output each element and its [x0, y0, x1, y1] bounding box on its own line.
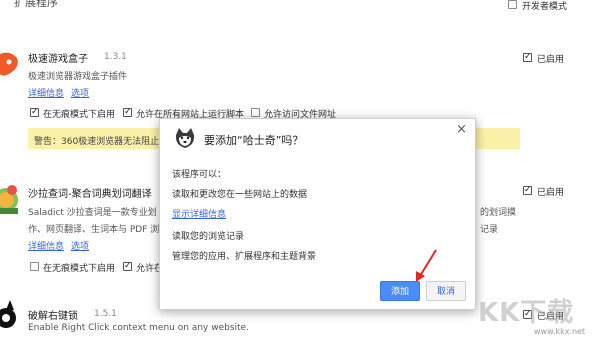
extension-version: 1.5.1 [94, 309, 117, 319]
cancel-button[interactable]: 取消 [426, 281, 466, 301]
permission-item: 读取和更改您在一些网站上的数据 [172, 190, 308, 200]
permissions-heading: 该程序可以： [172, 170, 227, 180]
warning-text: 警告：360极速浏览器无法阻止 [34, 137, 160, 147]
page-title: 扩展程序 [14, 0, 58, 9]
permission-item: 管理您的应用、扩展程序和主题背景 [172, 252, 317, 262]
enabled-checkbox[interactable]: ✓ [523, 53, 532, 62]
details-link[interactable]: 详细信息 [28, 86, 64, 99]
options-link[interactable]: 选项 [71, 86, 89, 99]
extension-version: 1.3.1 [104, 52, 127, 62]
details-link[interactable]: 详细信息 [28, 239, 64, 252]
game-box-icon [0, 50, 20, 81]
add-button[interactable]: 添加 [380, 281, 420, 301]
annotation-arrow-icon [416, 249, 437, 282]
extension-description-line1-right: 的划词摸 [480, 208, 517, 218]
watermark-logo: KK下载 [478, 292, 574, 329]
incognito-label: 在无痕模式下启用 [43, 264, 116, 274]
saladict-icon [0, 180, 20, 219]
file-urls-checkbox[interactable] [251, 108, 260, 117]
extension-name: 破解右键锁 [28, 311, 78, 322]
extension-description-line1: Saladict 沙拉查词是一款专业划 [28, 208, 157, 218]
extension-description: Enable Right Click context menu on any w… [28, 323, 249, 333]
close-icon[interactable]: × [456, 122, 467, 137]
right-click-icon [0, 300, 20, 333]
extension-name: 沙拉查词-聚合词典划词翻译 [28, 189, 152, 200]
enabled-checkbox[interactable]: ✓ [523, 186, 532, 195]
extension-description-line2-right: 记录 [480, 225, 499, 235]
husky-icon [174, 127, 196, 152]
developer-mode-checkbox[interactable] [508, 0, 517, 9]
dialog-title: 要添加“哈士奇”吗？ [204, 134, 304, 147]
watermark-logo-text: KK下载 [478, 298, 575, 328]
incognito-checkbox[interactable]: ✓ [30, 108, 39, 117]
all-sites-checkbox[interactable]: ✓ [123, 262, 132, 271]
extension-description: 极速浏览器游戏盒子插件 [28, 72, 128, 82]
permission-item: 读取您的浏览记录 [172, 232, 245, 242]
extension-name: 极速游戏盒子 [28, 54, 88, 65]
extension-description-line2: 作、网页翻译、生词本与 PDF 浏 [28, 225, 160, 235]
incognito-label: 在无痕模式下启用 [43, 110, 116, 120]
enabled-label: 已启用 [537, 188, 565, 198]
incognito-checkbox[interactable] [30, 262, 39, 271]
options-link[interactable]: 选项 [71, 239, 89, 252]
show-details-link[interactable]: 显示详细信息 [172, 207, 226, 220]
all-sites-checkbox[interactable]: ✓ [123, 108, 132, 117]
enabled-label: 已启用 [537, 55, 565, 65]
developer-mode-label: 开发者模式 [522, 2, 568, 12]
watermark-url: www.kkx.net [534, 327, 586, 336]
